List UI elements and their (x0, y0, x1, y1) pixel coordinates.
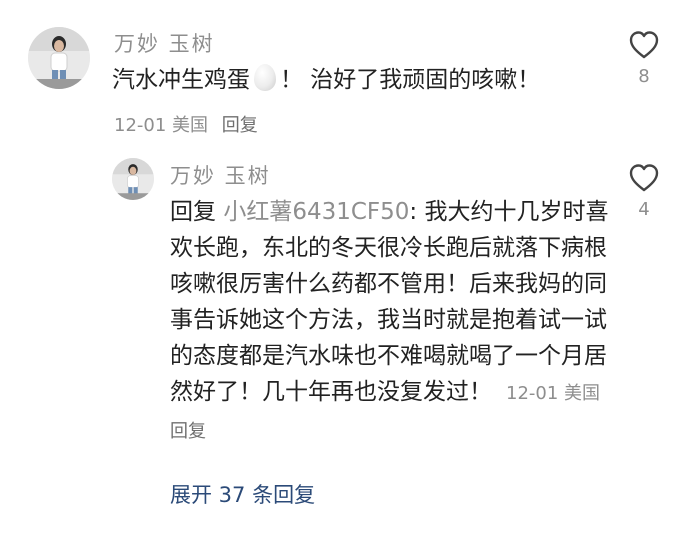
comment-date: 12-01 (114, 115, 167, 136)
commenter-username[interactable]: 万妙 玉树 (114, 28, 215, 58)
comment-text: 汽水冲生鸡蛋 ！ 治好了我顽固的咳嗽！ (112, 62, 592, 98)
comment-text-part-2: ！ 治好了我顽固的咳嗽！ (280, 67, 541, 93)
egg-emoji-icon (254, 64, 276, 91)
comment-text-part-1: 汽水冲生鸡蛋 (112, 67, 250, 93)
avatar-image (28, 27, 90, 89)
comment-meta: 12-01 美国 回复 (114, 111, 258, 137)
reply-username[interactable]: 万妙 玉树 (170, 160, 271, 190)
reply-prefix: 回复 (170, 199, 216, 225)
expand-replies-link[interactable]: 展开 37 条回复 (170, 479, 315, 509)
heart-icon (629, 164, 659, 192)
reply-like-button[interactable]: 4 (624, 163, 664, 220)
heart-icon (629, 31, 659, 59)
like-button[interactable]: 8 (624, 30, 664, 87)
reply-reply-button[interactable]: 回复 (170, 421, 206, 442)
reply-like-count: 4 (638, 199, 650, 220)
mention-link[interactable]: 小红薯6431CF50 (223, 199, 409, 225)
reply-text: 回复 小红薯6431CF50: 我大约十几岁时喜欢长跑，东北的冬天很冷长跑后就落… (170, 194, 610, 450)
reply-location: 美国 (564, 383, 601, 404)
reply-body: : 我大约十几岁时喜欢长跑，东北的冬天很冷长跑后就落下病根咳嗽很厉害什么药都不管… (170, 199, 609, 405)
reply-button[interactable]: 回复 (222, 115, 258, 136)
like-count: 8 (638, 66, 650, 87)
reply-date: 12-01 (506, 383, 559, 404)
avatar-image (112, 158, 154, 200)
comment-location: 美国 (172, 115, 209, 136)
commenter-avatar[interactable] (28, 27, 90, 89)
reply-avatar[interactable] (112, 158, 154, 200)
